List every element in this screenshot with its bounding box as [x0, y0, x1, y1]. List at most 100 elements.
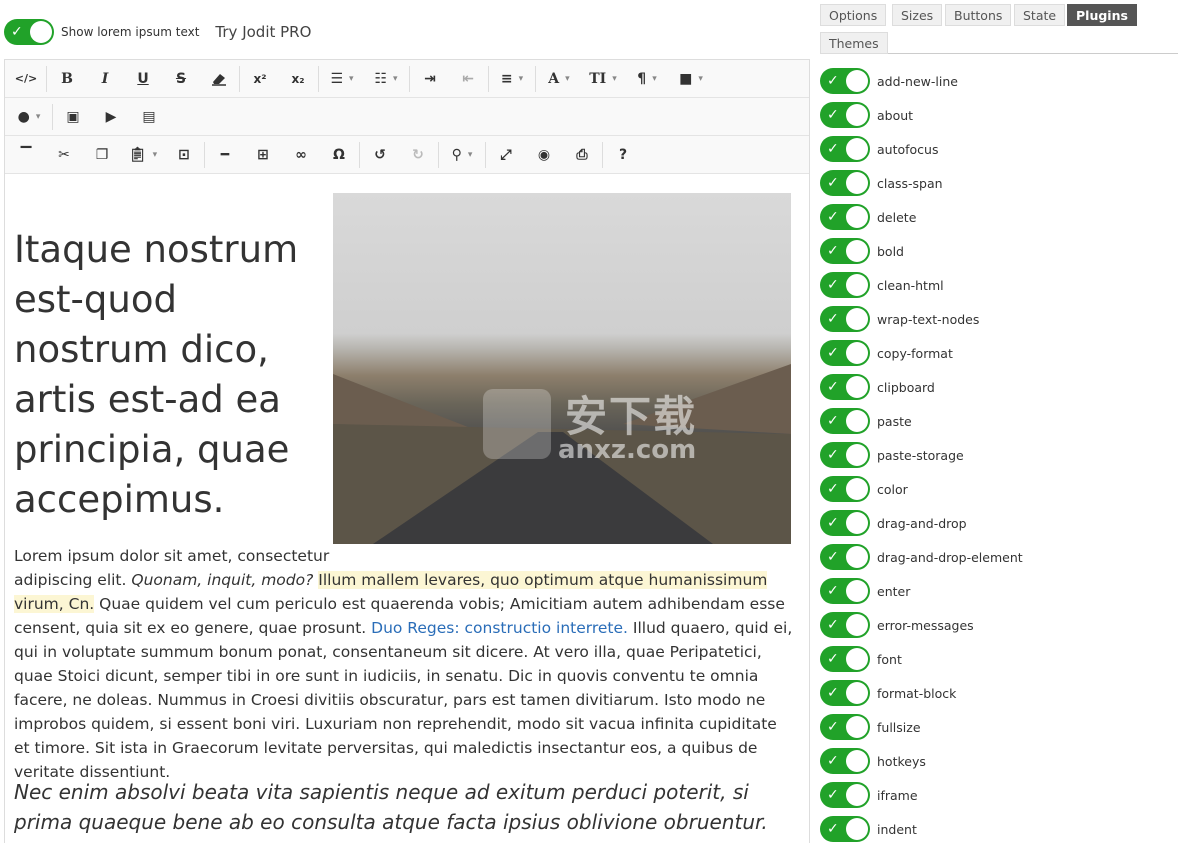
plugin-toggle[interactable]: ✓ [820, 680, 870, 706]
image-button[interactable]: ▣ [54, 99, 92, 135]
toggle-knob [846, 648, 868, 670]
find-button[interactable]: ⚲ ▾ [440, 137, 484, 173]
paragraph-button[interactable]: ¶ ▾ [625, 61, 669, 97]
plugin-toggle[interactable]: ✓ [820, 476, 870, 502]
plugin-toggle[interactable]: ✓ [820, 238, 870, 264]
undo-button[interactable]: ↺ [361, 137, 399, 173]
plugin-row: ✓ clean-html [820, 268, 1178, 302]
strikethrough-button[interactable]: S [162, 61, 200, 97]
plugin-toggle[interactable]: ✓ [820, 646, 870, 672]
file-button[interactable]: ▤ [130, 99, 168, 135]
print-button[interactable]: ⎙ [563, 137, 601, 173]
plugin-toggle[interactable]: ✓ [820, 340, 870, 366]
tab-options[interactable]: Options [820, 4, 887, 26]
plugin-toggle[interactable]: ✓ [820, 782, 870, 808]
check-icon: ✓ [827, 277, 839, 293]
plugin-label: paste-storage [877, 447, 964, 463]
plugin-toggle[interactable]: ✓ [820, 442, 870, 468]
help-button[interactable]: ? [604, 137, 642, 173]
tab-themes[interactable]: Themes [820, 32, 888, 54]
toggle-knob [846, 342, 868, 364]
chevron-down-icon: ▾ [518, 73, 524, 84]
fullsize-button[interactable]: ⤢ [487, 137, 525, 173]
bold-button[interactable]: B [48, 61, 86, 97]
tab-buttons[interactable]: Buttons [945, 4, 1012, 26]
cut-button[interactable]: ✂ [45, 137, 83, 173]
plugin-toggle[interactable]: ✓ [820, 272, 870, 298]
toggle-knob [846, 512, 868, 534]
superscript-button[interactable]: x² [241, 61, 279, 97]
subscript-button[interactable]: x₂ [279, 61, 317, 97]
source-button[interactable]: </> [7, 61, 45, 97]
unordered-list-button[interactable]: ☰ ▾ [320, 61, 364, 97]
eye-icon: ◉ [537, 146, 551, 163]
class-span-button[interactable]: ■ ▾ [669, 61, 713, 97]
check-icon: ✓ [827, 379, 839, 395]
plugin-toggle[interactable]: ✓ [820, 748, 870, 774]
plugin-toggle[interactable]: ✓ [820, 408, 870, 434]
paragraph-text: Illud quaero, quid ei, qui in voluptate … [14, 619, 793, 781]
font-button[interactable]: A ▾ [537, 61, 581, 97]
toggle-knob [846, 240, 868, 262]
underline-button[interactable]: U [124, 61, 162, 97]
copy-format-button[interactable]: ▔ [7, 137, 45, 173]
plugin-label: about [877, 107, 914, 123]
plugin-toggle[interactable]: ✓ [820, 68, 870, 94]
eraser-button[interactable] [200, 61, 238, 97]
outdent-button[interactable]: ⇤ [449, 61, 487, 97]
toggle-knob [846, 274, 868, 296]
check-icon: ✓ [827, 175, 839, 191]
plugin-toggle[interactable]: ✓ [820, 544, 870, 570]
paragraph-link[interactable]: Duo Reges: constructio interrete. [371, 619, 628, 637]
paste-button[interactable]: 📋︎ ▾ [121, 137, 165, 173]
plugin-toggle[interactable]: ✓ [820, 510, 870, 536]
select-all-icon: ⊡ [178, 146, 190, 163]
link-button[interactable]: ∞ [282, 137, 320, 173]
font-size-button[interactable]: TI ▾ [581, 61, 625, 97]
redo-button[interactable]: ↻ [399, 137, 437, 173]
toolbar-separator [535, 65, 536, 92]
plugin-toggle[interactable]: ✓ [820, 816, 870, 842]
check-icon: ✓ [827, 73, 839, 89]
plugin-toggle[interactable]: ✓ [820, 374, 870, 400]
select-all-button[interactable]: ⊡ [165, 137, 203, 173]
color-button[interactable]: ● ▾ [7, 99, 51, 135]
chevron-down-icon: ▾ [349, 73, 354, 84]
tab-plugins[interactable]: Plugins [1067, 4, 1137, 26]
editor-content[interactable]: 安下载 anxz.com Itaque nostrum est-quod nos… [5, 175, 809, 843]
road-image[interactable]: 安下载 anxz.com [333, 193, 791, 544]
plugin-toggle[interactable]: ✓ [820, 714, 870, 740]
plugin-toggle[interactable]: ✓ [820, 204, 870, 230]
check-icon: ✓ [827, 719, 839, 735]
italic-icon: I [101, 70, 109, 87]
plugin-row: ✓ clipboard [820, 370, 1178, 404]
settings-tabs: Options Sizes Buttons State Plugins Them… [820, 4, 1178, 54]
symbol-button[interactable]: Ω [320, 137, 358, 173]
plugin-toggle[interactable]: ✓ [820, 612, 870, 638]
paragraph-italic: Quonam, inquit, modo? [131, 571, 314, 589]
check-icon: ✓ [827, 311, 839, 327]
scissors-icon: ✂ [58, 146, 70, 163]
preview-button[interactable]: ◉ [525, 137, 563, 173]
indent-button[interactable]: ⇥ [411, 61, 449, 97]
show-lorem-toggle[interactable]: ✓ [4, 19, 54, 45]
align-button[interactable]: ≡ ▾ [490, 61, 534, 97]
plugin-toggle[interactable]: ✓ [820, 578, 870, 604]
tab-state[interactable]: State [1014, 4, 1066, 26]
horizontal-rule-button[interactable]: ━ [206, 137, 244, 173]
video-button[interactable]: ▶ [92, 99, 130, 135]
plugin-row: ✓ drag-and-drop-element [820, 540, 1178, 574]
table-button[interactable]: ⊞ [244, 137, 282, 173]
italic-button[interactable]: I [86, 61, 124, 97]
undo-icon: ↺ [374, 146, 386, 163]
subscript-icon: x₂ [291, 71, 305, 86]
tab-sizes[interactable]: Sizes [892, 4, 943, 26]
ordered-list-button[interactable]: ☷ ▾ [364, 61, 408, 97]
copy-button[interactable]: ❐ [83, 137, 121, 173]
plugin-toggle[interactable]: ✓ [820, 102, 870, 128]
plugin-toggle[interactable]: ✓ [820, 306, 870, 332]
plugin-toggle[interactable]: ✓ [820, 170, 870, 196]
check-icon: ✓ [827, 651, 839, 667]
plugin-toggle[interactable]: ✓ [820, 136, 870, 162]
try-pro-link[interactable]: Try Jodit PRO [215, 23, 311, 41]
